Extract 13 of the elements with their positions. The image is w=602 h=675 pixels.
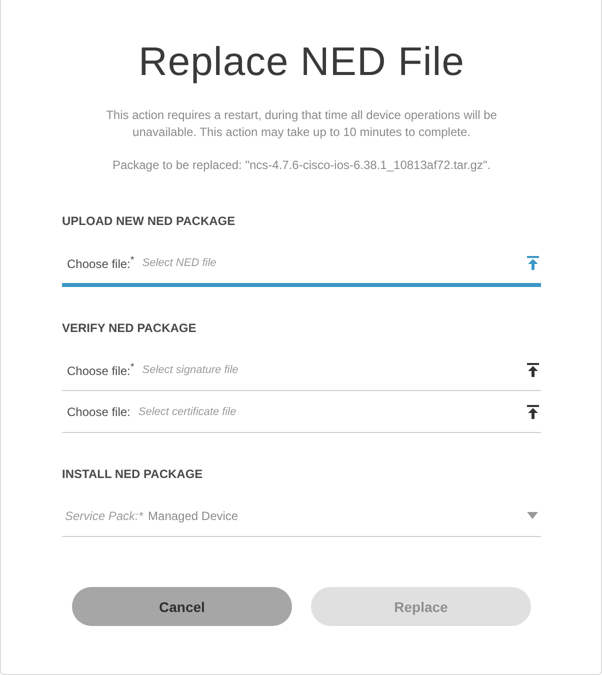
- dialog-title: Replace NED File: [138, 40, 466, 85]
- caret-icon[interactable]: [527, 512, 538, 519]
- section-heading: VERIFY NED PACKAGE: [62, 321, 198, 335]
- cancel-button[interactable]: Cancel: [72, 587, 292, 626]
- section-heading: INSTALL NED PACKAGE: [62, 467, 204, 481]
- file-field[interactable]: Choose file:$^{*}$ Select NED file: [62, 242, 541, 287]
- upload-icon[interactable]: [527, 362, 539, 376]
- warning-message: This action requires a restart, during that time all device operations will be unavailable. This action may take up to 10 minutes to complete.: [105, 107, 498, 141]
- package-note: Package to be replaced: "ncs-4.7.6-cisco-ios-6.38.1_10813af72.tar.gz".: [111, 157, 492, 174]
- upload-icon[interactable]: [527, 404, 539, 418]
- section-heading: UPLOAD NEW NED PACKAGE: [62, 214, 236, 228]
- file-field[interactable]: Choose file:$^{*}$ Select signature file: [62, 349, 541, 391]
- file-field[interactable]: Choose file: Select certificate file: [62, 391, 541, 433]
